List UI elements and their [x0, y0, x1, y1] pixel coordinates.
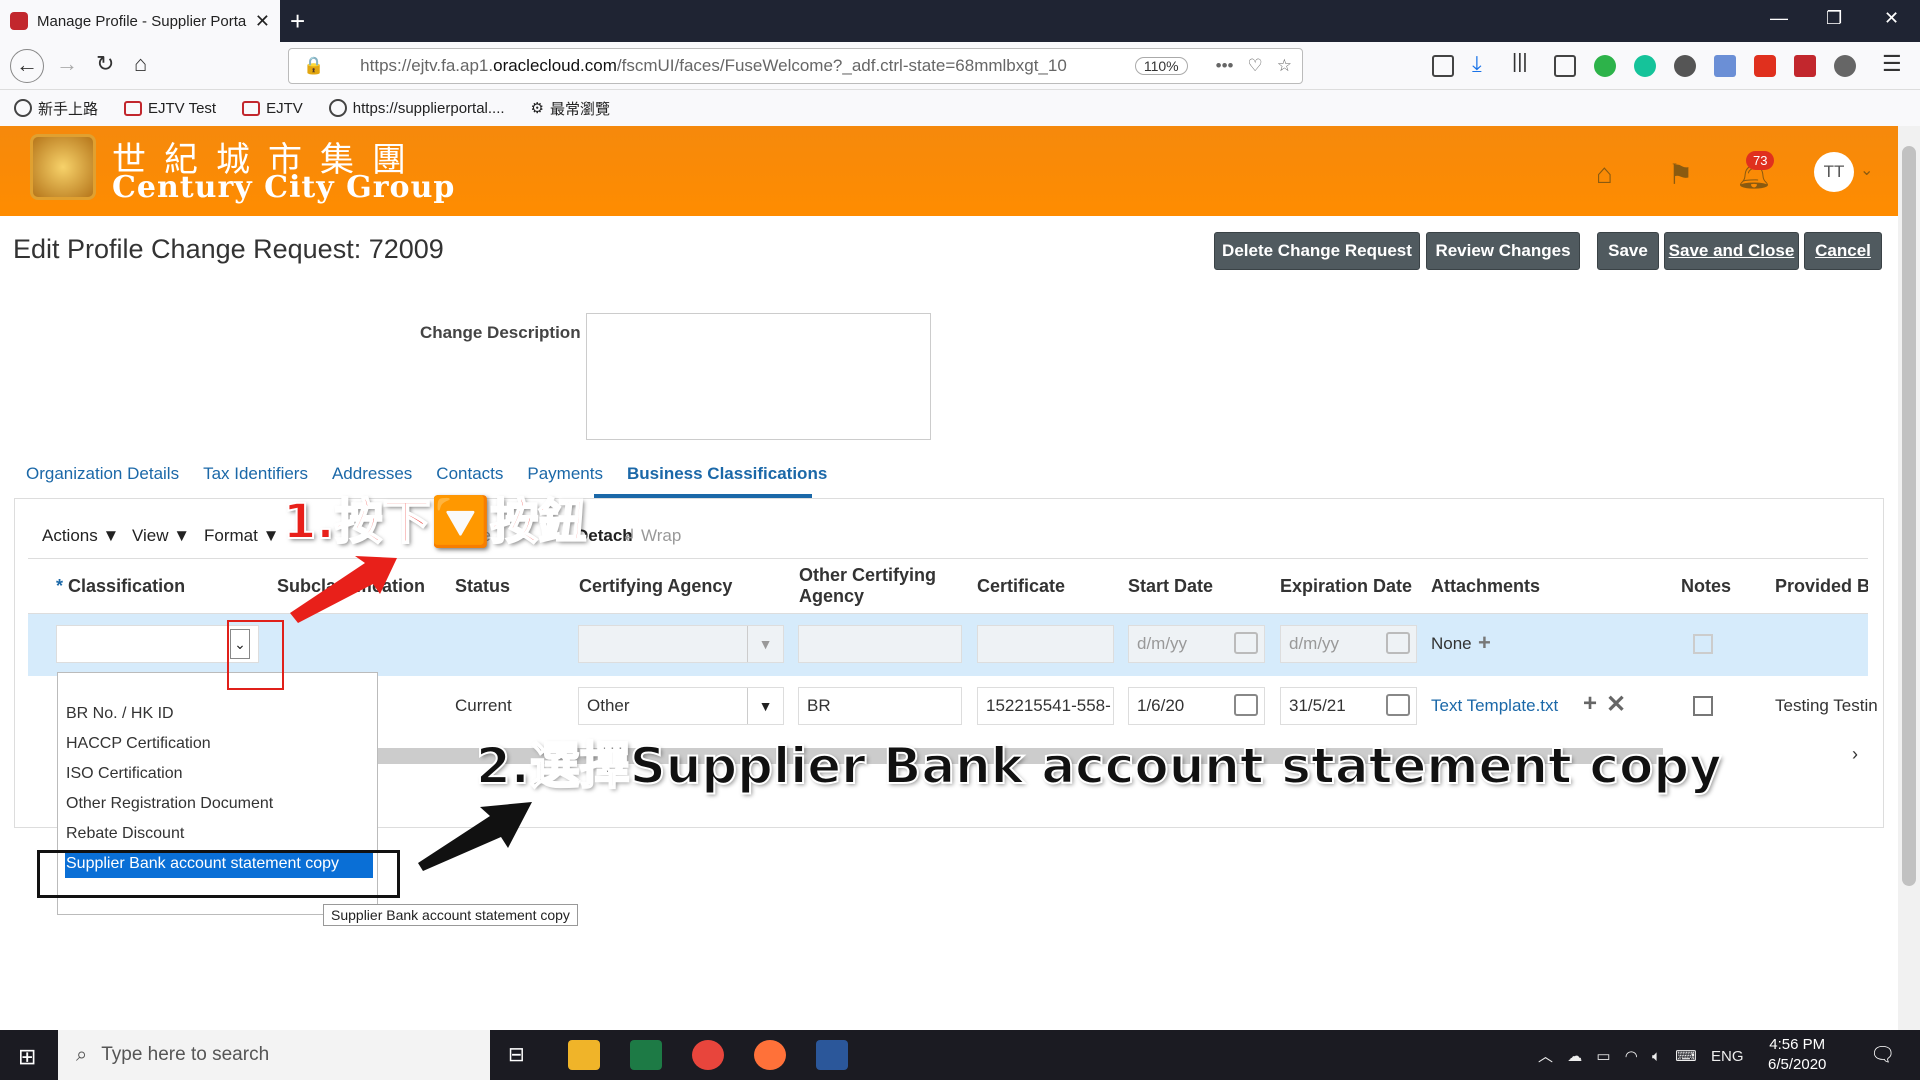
oracle-favicon-icon: [10, 12, 28, 30]
word-icon[interactable]: [816, 1040, 848, 1070]
star-icon[interactable]: ☆: [1277, 56, 1292, 76]
volume-icon[interactable]: 🔈︎: [1652, 1048, 1661, 1065]
shield-icon[interactable]: [1754, 55, 1776, 77]
close-window-icon[interactable]: ✕: [1884, 8, 1899, 29]
pocket-icon[interactable]: ♡: [1248, 56, 1263, 76]
search-icon: ⌕: [76, 1043, 88, 1066]
tab-title: Manage Profile - Supplier Porta: [37, 12, 247, 30]
scroll-thumb[interactable]: [1902, 146, 1916, 886]
firefox-icon[interactable]: [754, 1040, 786, 1070]
wifi-icon[interactable]: ◠: [1625, 1048, 1638, 1065]
close-tab-icon[interactable]: ✕: [255, 11, 270, 32]
task-view-icon[interactable]: ⊟: [508, 1042, 525, 1067]
bookmark-supplierportal[interactable]: https://supplierportal....: [328, 99, 505, 117]
gear-icon: ⚙: [530, 100, 544, 117]
windows-taskbar: ⊞ ⌕ Type here to search ⊟ ︿ ☁ ▭ ◠ 🔈︎ ⌨ EN…: [0, 1030, 1920, 1080]
bookmark-ejtv-test[interactable]: EJTV Test: [124, 100, 216, 117]
pdf-extension-icon[interactable]: [1794, 55, 1816, 77]
url-text: https://ejtv.fa.ap1.oraclecloud.com/fscm…: [360, 56, 1067, 75]
restore-icon[interactable]: ❐: [1826, 8, 1842, 29]
extension-icon[interactable]: [1834, 55, 1856, 77]
sidebar-icon[interactable]: [1554, 55, 1576, 77]
system-tray: ︿ ☁ ▭ ◠ 🔈︎ ⌨ ENG: [1538, 1045, 1744, 1066]
browser-tab-bar: Manage Profile - Supplier Porta ✕ + — ❐ …: [0, 0, 1920, 42]
back-icon[interactable]: ←: [10, 49, 44, 83]
reading-list-icon[interactable]: [1432, 55, 1454, 77]
red-arrow: [290, 556, 397, 623]
notification-center-icon[interactable]: 🗨︎: [1870, 1042, 1895, 1067]
oracle-icon: [124, 100, 143, 116]
windows-start-icon[interactable]: ⊞: [18, 1044, 36, 1070]
reload-icon[interactable]: ↻: [96, 51, 114, 77]
browser-nav-bar: ← → ↻ ⌂ 🔒 https://ejtv.fa.ap1.oracleclou…: [0, 42, 1920, 90]
zoom-level[interactable]: 110%: [1134, 57, 1188, 75]
download-icon[interactable]: ⤓: [1472, 51, 1482, 77]
globe-icon: [14, 99, 32, 117]
bookmark-getting-started[interactable]: 新手上路: [14, 98, 98, 119]
url-bar[interactable]: 🔒 https://ejtv.fa.ap1.oraclecloud.com/fs…: [288, 48, 1303, 84]
keyboard-icon[interactable]: ⌨: [1675, 1048, 1697, 1065]
vertical-scrollbar[interactable]: [1898, 126, 1920, 1030]
page-content: 世紀城市集團 Century City Group ⌂ ⚑ 🔔︎ 73 TT ⌄…: [0, 126, 1898, 1030]
file-explorer-icon[interactable]: [568, 1040, 600, 1070]
clock[interactable]: 4:56 PM 6/5/2020: [1768, 1035, 1826, 1075]
cloud-icon[interactable]: ☁: [1567, 1048, 1582, 1065]
bookmark-extension-icon[interactable]: [1714, 55, 1736, 77]
menu-icon[interactable]: ☰: [1882, 51, 1902, 77]
forward-icon[interactable]: →: [56, 51, 78, 77]
oracle-icon: [242, 100, 261, 116]
lock-icon: 🔒: [303, 56, 325, 75]
more-icon[interactable]: •••: [1216, 56, 1234, 76]
annotation-arrows: [290, 556, 532, 871]
minimize-icon[interactable]: —: [1770, 8, 1788, 29]
library-icon[interactable]: |||: [1512, 51, 1528, 74]
taskbar-search[interactable]: ⌕ Type here to search: [58, 1030, 490, 1080]
account-icon[interactable]: [1674, 55, 1696, 77]
bookmark-most-visited[interactable]: ⚙ 最常瀏覽: [531, 98, 610, 119]
excel-icon[interactable]: [630, 1040, 662, 1070]
bookmark-ejtv[interactable]: EJTV: [242, 100, 303, 117]
browser-tab[interactable]: Manage Profile - Supplier Porta ✕: [0, 0, 280, 42]
language-indicator[interactable]: ENG: [1711, 1048, 1744, 1065]
bookmarks-bar: 新手上路 EJTV Test EJTV https://supplierport…: [0, 90, 1920, 126]
globe-icon: [328, 99, 347, 117]
grammarly-icon[interactable]: [1634, 55, 1656, 77]
chevron-up-icon[interactable]: ︿: [1538, 1048, 1553, 1065]
black-arrow: [418, 802, 532, 871]
extension-check-icon[interactable]: [1594, 55, 1616, 77]
chrome-icon[interactable]: [692, 1040, 724, 1070]
battery-icon[interactable]: ▭: [1596, 1048, 1610, 1065]
home-icon[interactable]: ⌂: [134, 51, 147, 77]
new-tab-icon[interactable]: +: [290, 6, 305, 37]
